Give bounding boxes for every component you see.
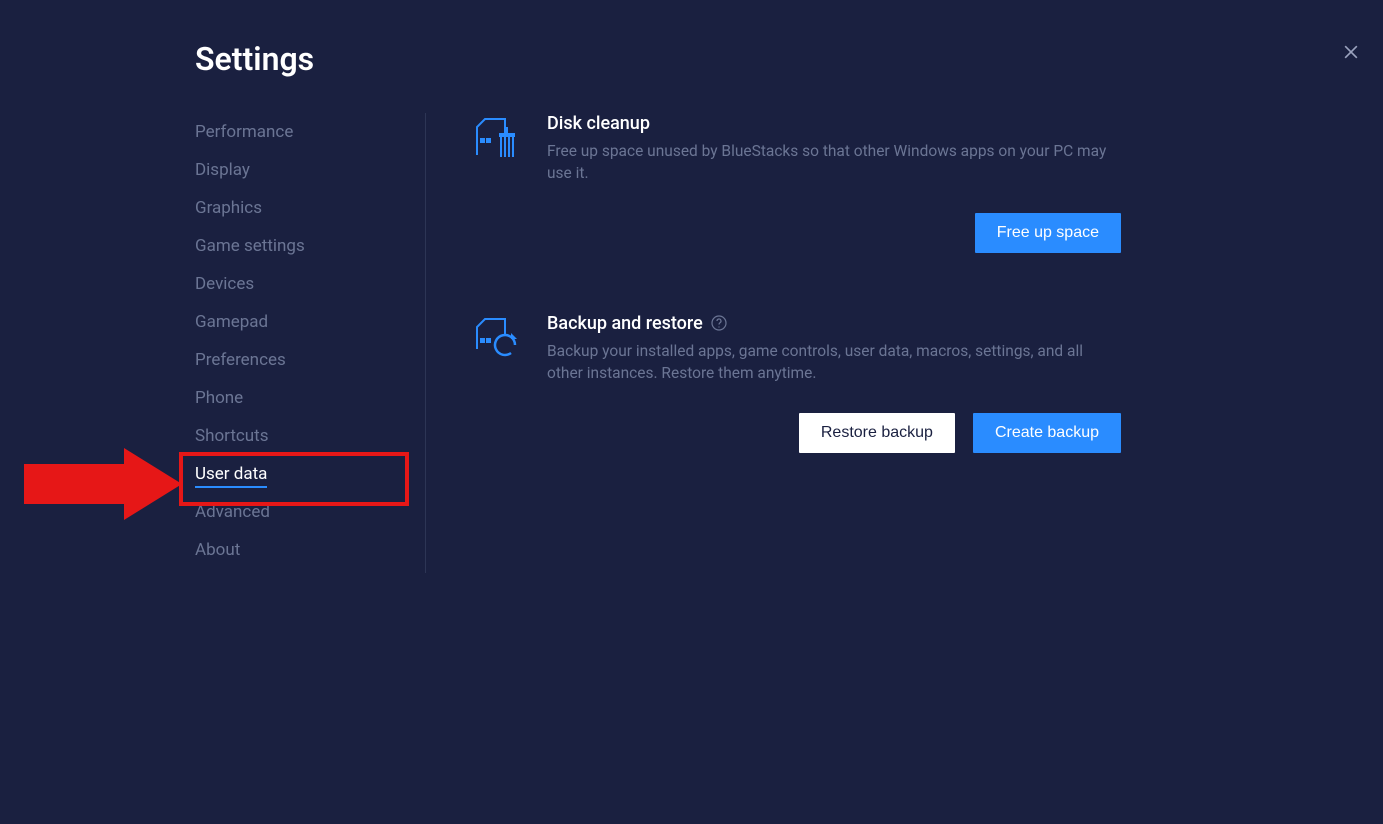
page-title: Settings (195, 40, 1383, 78)
disk-cleanup-icon (471, 113, 519, 161)
sidebar-item-label: Devices (195, 274, 254, 294)
sidebar-item-label: Display (195, 160, 250, 180)
sidebar-item-label: About (195, 540, 240, 560)
help-icon[interactable] (711, 315, 727, 331)
sidebar-divider (425, 113, 426, 573)
sidebar-item-label: Graphics (195, 198, 262, 218)
sidebar-item-label: Preferences (195, 350, 286, 370)
sidebar-item-label: Advanced (195, 502, 270, 522)
sidebar-item-gamepad[interactable]: Gamepad (195, 303, 425, 341)
sidebar-item-graphics[interactable]: Graphics (195, 189, 425, 227)
backup-restore-desc: Backup your installed apps, game control… (547, 340, 1121, 385)
restore-backup-button[interactable]: Restore backup (799, 413, 955, 453)
sidebar-item-about[interactable]: About (195, 531, 425, 569)
sidebar-item-performance[interactable]: Performance (195, 113, 425, 151)
sidebar-item-label: Gamepad (195, 312, 268, 332)
sidebar-item-game-settings[interactable]: Game settings (195, 227, 425, 265)
sidebar-item-display[interactable]: Display (195, 151, 425, 189)
sidebar-item-label: Performance (195, 122, 293, 142)
sidebar-item-shortcuts[interactable]: Shortcuts (195, 417, 425, 455)
sidebar-item-label: Shortcuts (195, 426, 269, 446)
sidebar-item-label: Game settings (195, 236, 305, 256)
create-backup-button[interactable]: Create backup (973, 413, 1121, 453)
sidebar-item-label: Phone (195, 388, 243, 408)
sidebar-item-preferences[interactable]: Preferences (195, 341, 425, 379)
sidebar-item-user-data[interactable]: User data (195, 455, 425, 493)
backup-restore-icon (471, 313, 519, 361)
disk-cleanup-section: Disk cleanup Free up space unused by Blu… (471, 113, 1121, 253)
sidebar-item-label: User data (195, 464, 267, 488)
main-content: Disk cleanup Free up space unused by Blu… (471, 113, 1121, 573)
close-button[interactable] (1341, 42, 1361, 62)
settings-sidebar: Performance Display Graphics Game settin… (195, 113, 425, 573)
disk-cleanup-title: Disk cleanup (547, 113, 650, 134)
backup-restore-section: Backup and restore Backup your installed… (471, 313, 1121, 453)
sidebar-item-phone[interactable]: Phone (195, 379, 425, 417)
sidebar-item-advanced[interactable]: Advanced (195, 493, 425, 531)
free-up-space-button[interactable]: Free up space (975, 213, 1121, 253)
sidebar-item-devices[interactable]: Devices (195, 265, 425, 303)
disk-cleanup-desc: Free up space unused by BlueStacks so th… (547, 140, 1121, 185)
backup-restore-title: Backup and restore (547, 313, 703, 334)
